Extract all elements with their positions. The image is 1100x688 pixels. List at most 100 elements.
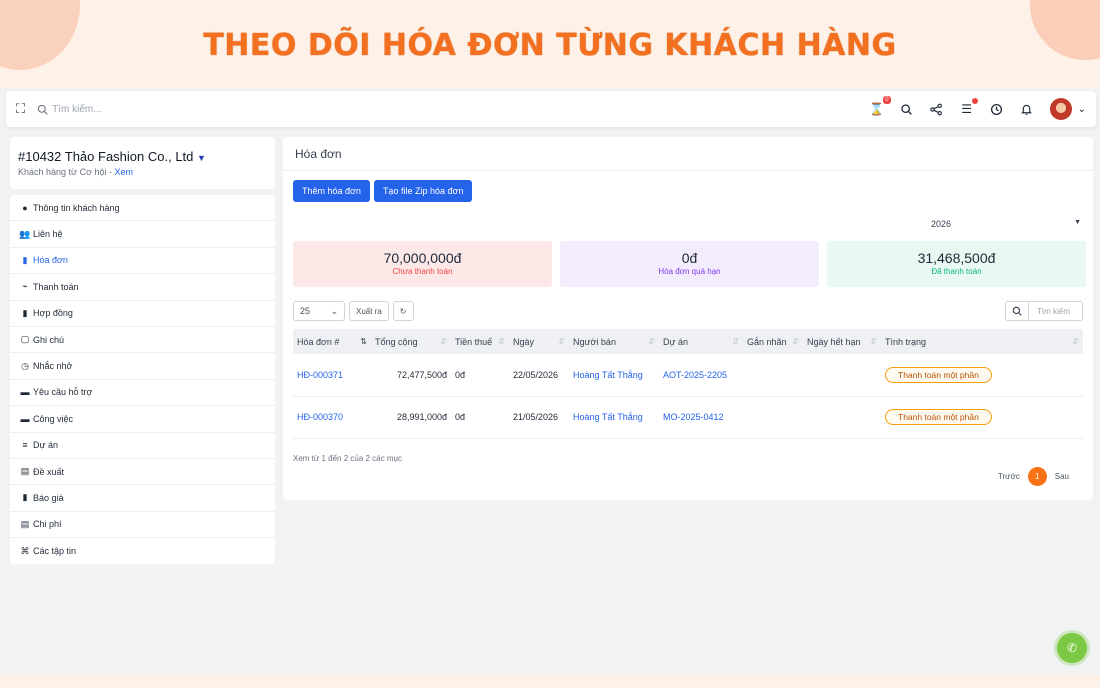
year-select[interactable]: 2026 ▼ <box>931 219 1081 229</box>
cell-seller[interactable]: Hoàng Tất Thắng <box>569 396 659 439</box>
phone-icon: ✆ <box>1066 641 1078 655</box>
caret-down-icon[interactable]: ▼ <box>197 153 206 163</box>
column-header[interactable]: Tiền thuế ⇵ <box>451 329 509 354</box>
checklist-icon[interactable]: ☰ <box>960 98 978 116</box>
sidebar-item-5[interactable]: ▢ Ghi chú <box>10 327 275 354</box>
cell-due <box>803 354 881 397</box>
refresh-button[interactable]: ↻ <box>392 301 414 321</box>
sort-icon: ⇵ <box>558 336 565 346</box>
prev-page-button[interactable]: Trước <box>998 472 1020 481</box>
bars-icon: ≡ <box>22 440 28 451</box>
search-icon <box>1005 301 1029 321</box>
add-invoice-button[interactable]: Thêm hóa đơn <box>293 180 370 202</box>
sidebar-item-13[interactable]: ⌘ Các tập tin <box>10 538 275 564</box>
sidebar-item-label: Thanh toán <box>33 281 79 292</box>
table-search[interactable]: Tìm kiếm <box>1005 301 1083 321</box>
stat-unpaid: 70,000,000đ Chưa thanh toán <box>293 241 552 287</box>
document-icon: ▤ <box>20 518 30 529</box>
sidebar-item-label: Báo giá <box>33 492 64 503</box>
tasks-icon: ▬ <box>20 413 30 424</box>
chevron-down-icon: ⌄ <box>330 305 338 316</box>
view-link[interactable]: Xem <box>114 167 133 177</box>
sidebar-item-2[interactable]: ▮ Hóa đơn <box>10 248 275 275</box>
sort-icon: ⇵ <box>1072 336 1079 346</box>
topbar: ⛶ Tìm kiếm... ⌛ 0 ☰ ⌄ <box>6 91 1096 127</box>
sidebar-item-6[interactable]: ◷ Nhắc nhở <box>10 353 275 380</box>
chevron-down-icon[interactable]: ⌄ <box>1078 104 1086 115</box>
sidebar-item-7[interactable]: ▬ Yêu cầu hỗ trợ <box>10 380 275 407</box>
sidebar-item-0[interactable]: ● Thông tin khách hàng <box>10 195 275 222</box>
column-header[interactable]: Hóa đơn # ⇅ <box>293 329 371 354</box>
cell-project[interactable]: AOT-2025-2205 <box>659 354 743 397</box>
note-icon: ▢ <box>20 334 30 345</box>
column-header[interactable]: Gắn nhãn ⇵ <box>743 329 803 354</box>
sort-icon: ⇵ <box>648 336 655 346</box>
global-search[interactable]: Tìm kiếm... <box>37 104 102 115</box>
cell-id[interactable]: HĐ-000370 <box>293 396 371 439</box>
sidebar-item-10[interactable]: ▤ Đề xuất <box>10 459 275 486</box>
document-icon: ▤ <box>20 466 30 477</box>
table-search-input[interactable]: Tìm kiếm <box>1029 301 1083 321</box>
sidebar-item-9[interactable]: ≡ Dự án <box>10 433 275 459</box>
cell-status: Thanh toán một phần <box>881 354 1083 397</box>
sidebar-item-label: Nhắc nhở <box>33 361 73 372</box>
stat-paid: 31,468,500đ Đã thanh toán <box>827 241 1086 287</box>
avatar[interactable] <box>1049 98 1072 120</box>
clock-icon: ◷ <box>21 360 29 371</box>
cell-tag <box>743 396 803 439</box>
page-size-select[interactable]: 25 ⌄ <box>293 301 345 321</box>
sort-icon: ⇵ <box>498 336 505 346</box>
current-page-button[interactable]: 1 <box>1027 467 1047 486</box>
file-icon: ▮ <box>22 254 28 265</box>
sidebar-item-1[interactable]: 👥 Liên hệ <box>10 221 275 248</box>
table-row[interactable]: HĐ-000370 28,991,000đ 0đ 21/05/2026 Hoàng Tấ… <box>293 396 1083 439</box>
sidebar-item-label: Đề xuất <box>33 466 65 477</box>
file-icon: ▮ <box>22 307 28 318</box>
expand-icon[interactable]: ⛶ <box>16 101 25 117</box>
client-name[interactable]: #10432 Thảo Fashion Co., Ltd ▼ <box>18 149 267 164</box>
sort-icon: ⇵ <box>792 336 799 346</box>
cell-id[interactable]: HĐ-000371 <box>293 354 371 397</box>
column-header[interactable]: Ngày hết hạn ⇵ <box>803 329 881 354</box>
search-icon <box>37 104 48 115</box>
export-button[interactable]: Xuất ra <box>349 301 389 321</box>
column-header[interactable]: Dự án ⇵ <box>659 329 743 354</box>
sidebar-item-12[interactable]: ▤ Chi phí <box>10 512 275 539</box>
chart-line-icon: ⌁ <box>22 281 28 292</box>
cell-date: 21/05/2026 <box>509 396 569 439</box>
next-page-button[interactable]: Sau <box>1055 472 1069 481</box>
call-button[interactable]: ✆ <box>1057 633 1087 663</box>
column-header[interactable]: Tổng cộng ⇵ <box>371 329 451 354</box>
column-header[interactable]: Ngày ⇵ <box>509 329 569 354</box>
search-zoom-icon[interactable] <box>900 102 914 116</box>
copy-icon: ▮ <box>22 492 28 503</box>
zip-invoice-button[interactable]: Tạo file Zip hóa đơn <box>373 180 473 202</box>
sidebar-item-11[interactable]: ▮ Báo giá <box>10 485 275 512</box>
status-badge: Thanh toán một phần <box>885 366 992 383</box>
banner-title: THEO DÕI HÓA ĐƠN TỪNG KHÁCH HÀNG <box>203 28 897 63</box>
share-icon[interactable] <box>930 102 944 116</box>
cell-project[interactable]: MO-2025-0412 <box>659 396 743 439</box>
sidebar-item-3[interactable]: ⌁ Thanh toán <box>10 274 275 301</box>
cell-date: 22/05/2026 <box>509 354 569 397</box>
sidebar-item-8[interactable]: ▬ Công việc <box>10 406 275 433</box>
sort-icon: ⇵ <box>870 336 877 346</box>
stat-overdue: 0đ Hóa đơn quá hạn <box>560 241 819 287</box>
pagination: Trước 1 Sau <box>998 467 1069 486</box>
page-title: Hóa đơn <box>283 137 1093 171</box>
client-menu: ● Thông tin khách hàng 👥 Liên hệ ▮ Hóa đơn ⌁ Th… <box>10 195 275 565</box>
cell-seller[interactable]: Hoàng Tất Thắng <box>569 354 659 397</box>
sidebar-item-4[interactable]: ▮ Hợp đồng <box>10 301 275 327</box>
sidebar-item-label: Yêu cầu hỗ trợ <box>33 387 93 398</box>
clock-icon[interactable] <box>990 102 1004 116</box>
column-header[interactable]: Tình trạng ⇵ <box>881 329 1083 354</box>
table-info: Xem từ 1 đến 2 của 2 các mục <box>293 454 402 463</box>
bell-icon[interactable] <box>1020 102 1034 116</box>
table-row[interactable]: HĐ-000371 72,477,500đ 0đ 22/05/2026 Hoàng Tấ… <box>293 354 1083 397</box>
cell-status: Thanh toán một phần <box>881 396 1083 439</box>
hourglass-icon[interactable]: ⌛ 0 <box>869 96 891 116</box>
column-header[interactable]: Người bán ⇵ <box>569 329 659 354</box>
sidebar-item-label: Chi phí <box>33 519 62 530</box>
notification-dot <box>971 98 978 104</box>
sort-icon: ⇅ <box>360 336 367 346</box>
